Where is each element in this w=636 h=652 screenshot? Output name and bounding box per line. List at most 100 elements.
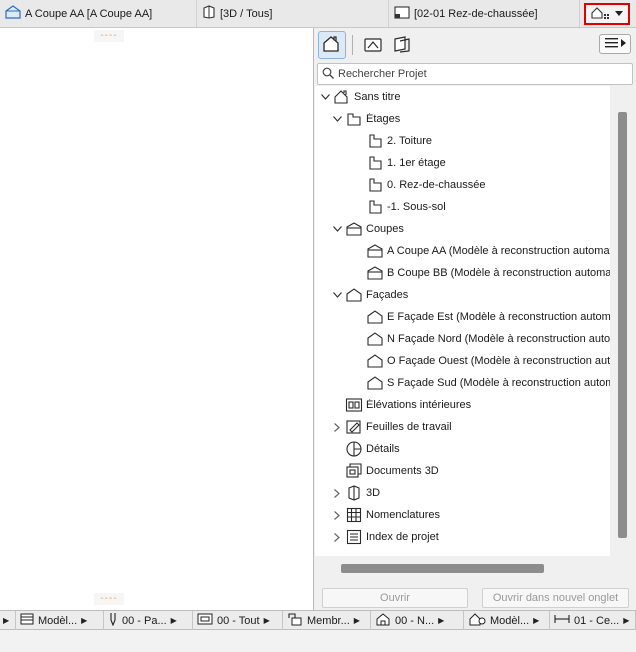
chevron-right-icon: ▶: [81, 616, 88, 625]
navigator-toggle-button[interactable]: [584, 3, 630, 25]
archicad-window: A Coupe AA [A Coupe AA] [3D / Tous] [02-…: [0, 0, 636, 652]
tree-item-label: E Façade Est (Modèle à reconstruction au…: [387, 311, 610, 323]
chevron-right-icon: ▶: [3, 616, 10, 625]
collapse-chevron-icon[interactable]: [332, 510, 342, 520]
tree-item-label: -1. Sous-sol: [387, 201, 446, 213]
quick-option-selector[interactable]: Modèl... ▶: [464, 611, 550, 630]
tab-3d[interactable]: [3D / Tous]: [197, 0, 389, 27]
view-tab-bar: A Coupe AA [A Coupe AA] [3D / Tous] [02-…: [0, 0, 636, 28]
collapse-chevron-icon[interactable]: [332, 422, 342, 432]
story-icon: [366, 132, 384, 150]
tree-item[interactable]: A Coupe AA (Modèle à reconstruction auto…: [315, 240, 610, 262]
tree-item[interactable]: Sans titre: [315, 86, 610, 108]
open-in-new-tab-button[interactable]: Ouvrir dans nouvel onglet: [482, 588, 629, 608]
tree-item-label: Feuilles de travail: [366, 421, 452, 433]
chevron-right-icon: [620, 38, 626, 50]
pen-set-icon: [108, 612, 118, 629]
elevation-icon: [366, 330, 384, 348]
quick-option-selector[interactable]: Membr... ▶: [283, 611, 371, 630]
worksheets-icon: [345, 418, 363, 436]
quick-options-bar: ▶ Modèl... ▶ 00 - Pa... ▶ 00 - Tout ▶ Membr...…: [0, 610, 636, 630]
quick-option-selector[interactable]: 00 - Tout ▶: [193, 611, 283, 630]
tree-item[interactable]: N Façade Nord (Modèle à reconstruction a…: [315, 328, 610, 350]
tab-label: [02-01 Rez-de-chaussée]: [414, 7, 538, 20]
open-button[interactable]: Ouvrir: [322, 588, 468, 608]
project-map-icon: [322, 35, 342, 56]
expand-chevron-icon[interactable]: [332, 290, 342, 300]
tree-item[interactable]: 2. Toiture: [315, 130, 610, 152]
section-icon: [366, 264, 384, 282]
project-map-button[interactable]: [318, 31, 346, 59]
tree-item[interactable]: 1. 1er étage: [315, 152, 610, 174]
documents-3d-icon: [345, 462, 363, 480]
quick-option-label: Membr...: [307, 614, 350, 627]
tree-item[interactable]: Élévations intérieures: [315, 394, 610, 416]
navigator-menu-button[interactable]: [599, 34, 631, 54]
tree-item[interactable]: Documents 3D: [315, 460, 610, 482]
tree-vertical-scrollbar[interactable]: [616, 86, 628, 556]
tree-item[interactable]: Index de projet: [315, 526, 610, 548]
elevation-icon: [366, 374, 384, 392]
tree-horizontal-scrollbar[interactable]: [315, 562, 615, 574]
tab-label: [3D / Tous]: [220, 7, 273, 20]
collapse-chevron-icon[interactable]: [332, 532, 342, 542]
expand-chevron-icon[interactable]: [320, 92, 330, 102]
floor-plan-icon: [394, 5, 410, 22]
quick-option-label: 00 - N...: [395, 614, 435, 627]
tree-item[interactable]: Coupes: [315, 218, 610, 240]
layout-book-button[interactable]: [388, 31, 416, 59]
tree-item[interactable]: Détails: [315, 438, 610, 460]
tree-item[interactable]: Feuilles de travail: [315, 416, 610, 438]
chevron-right-icon: ▶: [170, 616, 177, 625]
origin-marker: ----: [94, 30, 124, 42]
origin-marker: ----: [94, 593, 124, 605]
quick-option-label: Modèl...: [490, 614, 530, 627]
3d-window-icon: [202, 5, 216, 22]
tree-item-label: 2. Toiture: [387, 135, 433, 147]
search-input[interactable]: [338, 68, 618, 80]
view-map-button[interactable]: [359, 31, 387, 59]
tab-floor-plan[interactable]: [02-01 Rez-de-chaussée]: [389, 0, 580, 27]
view-map-icon: [363, 35, 383, 56]
tree-item[interactable]: E Façade Est (Modèle à reconstruction au…: [315, 306, 610, 328]
tree-item[interactable]: 0. Rez-de-chaussée: [315, 174, 610, 196]
scrollbar-thumb[interactable]: [341, 564, 544, 573]
tree-item[interactable]: Façades: [315, 284, 610, 306]
chevron-down-icon: [615, 8, 623, 20]
chevron-right-icon: ▶: [353, 616, 360, 625]
tree-item[interactable]: Étages: [315, 108, 610, 130]
scrollbar-thumb[interactable]: [618, 112, 627, 538]
tree-item-label: Nomenclatures: [366, 509, 440, 521]
quick-option-selector[interactable]: 01 - Ce... ▶: [550, 611, 636, 630]
statusbar-scroll-left[interactable]: ▶: [0, 611, 16, 630]
tree-item[interactable]: S Façade Sud (Modèle à reconstruction au…: [315, 372, 610, 394]
tree-item-label: Index de projet: [366, 531, 439, 543]
tree-item[interactable]: B Coupe BB (Modèle à reconstruction auto…: [315, 262, 610, 284]
tree-item-label: 3D: [366, 487, 381, 499]
quick-option-selector[interactable]: 00 - N... ▶: [371, 611, 464, 630]
quick-option-selector[interactable]: 00 - Pa... ▶: [104, 611, 193, 630]
tree-item[interactable]: Nomenclatures: [315, 504, 610, 526]
collapse-chevron-icon[interactable]: [332, 488, 342, 498]
tree-item[interactable]: -1. Sous-sol: [315, 196, 610, 218]
expand-chevron-icon[interactable]: [332, 114, 342, 124]
tree-item[interactable]: 3D: [315, 482, 610, 504]
quick-option-selector[interactable]: Modèl... ▶: [16, 611, 104, 630]
expand-chevron-icon[interactable]: [332, 224, 342, 234]
chevron-right-icon: ▶: [438, 616, 445, 625]
story-icon: [366, 198, 384, 216]
tab-section-aa[interactable]: A Coupe AA [A Coupe AA]: [0, 0, 197, 27]
renovation-icon: [375, 612, 391, 629]
tree-item-label: O Façade Ouest (Modèle à reconstruction …: [387, 355, 610, 367]
window-footer: [0, 630, 636, 652]
tree-item[interactable]: O Façade Ouest (Modèle à reconstruction …: [315, 350, 610, 372]
